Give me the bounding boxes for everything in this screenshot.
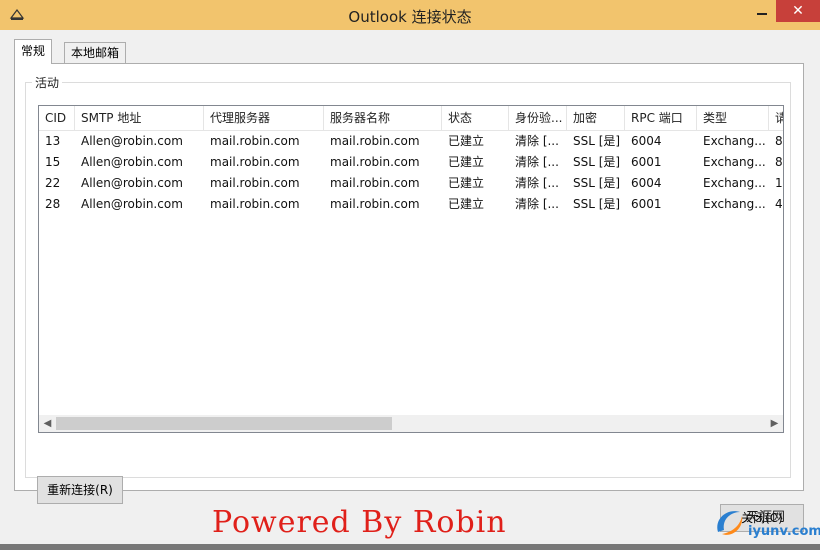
scroll-left-arrow-icon[interactable]: ◀ — [39, 415, 56, 432]
cell-encryption: SSL [是] — [573, 176, 621, 190]
cell-type: Exchang... — [703, 134, 766, 148]
tab-local-mailbox[interactable]: 本地邮箱 — [64, 42, 127, 63]
watermark-text: Powered By Robin — [212, 505, 507, 540]
cell-encryption: SSL [是] — [573, 134, 621, 148]
cell-type: Exchang... — [703, 155, 766, 169]
cell-rpc-port: 6004 — [631, 134, 662, 148]
cell-proxy: mail.robin.com — [210, 176, 300, 190]
cell-cid: 28 — [45, 197, 61, 211]
cell-status: 已建立 — [448, 197, 485, 211]
window-close-button[interactable]: ✕ — [776, 0, 820, 22]
connection-list[interactable]: CID SMTP 地址 代理服务器 服务器名称 状态 身份验... 加密 RPC… — [38, 105, 784, 433]
horizontal-scrollbar[interactable]: ◀ ▶ — [39, 415, 783, 432]
column-header-proxy[interactable]: 代理服务器 — [204, 106, 324, 130]
cell-smtp: Allen@robin.com — [81, 176, 183, 190]
cell-auth: 清除 [... — [515, 155, 559, 169]
cell-auth: 清除 [... — [515, 134, 559, 148]
cell-smtp: Allen@robin.com — [81, 155, 183, 169]
cell-rpc-port: 6001 — [631, 155, 662, 169]
cell-rpc-port: 6001 — [631, 197, 662, 211]
column-header-type[interactable]: 类型 — [697, 106, 769, 130]
column-header-request[interactable]: 请 — [769, 106, 783, 130]
site-logo-icon — [717, 511, 743, 535]
column-header-rpc-port[interactable]: RPC 端口 — [625, 106, 697, 130]
cell-type: Exchang... — [703, 176, 766, 190]
cell-server: mail.robin.com — [330, 155, 420, 169]
cell-encryption: SSL [是] — [573, 155, 621, 169]
cell-cid: 22 — [45, 176, 61, 190]
scroll-right-arrow-icon[interactable]: ▶ — [766, 415, 783, 432]
column-header-cid[interactable]: CID — [39, 106, 75, 130]
cell-status: 已建立 — [448, 176, 485, 190]
cell-cid: 13 — [45, 134, 61, 148]
table-row[interactable]: 15 Allen@robin.com mail.robin.com mail.r… — [39, 152, 783, 173]
minimize-button[interactable] — [748, 0, 776, 22]
cell-status: 已建立 — [448, 134, 485, 148]
reconnect-button[interactable]: 重新连接(R) — [37, 476, 123, 504]
dialog-client-area: 常规 本地邮箱 活动 CID SMTP 地址 代理服务器 服务器名称 状态 身份… — [0, 30, 820, 550]
cell-server: mail.robin.com — [330, 176, 420, 190]
cell-rpc-port: 6004 — [631, 176, 662, 190]
site-logo: 天涯网 iyunv.com — [708, 500, 820, 546]
tab-general[interactable]: 常规 — [14, 39, 53, 64]
cell-request: 1 — [775, 176, 783, 190]
cell-status: 已建立 — [448, 155, 485, 169]
activity-group-label: 活动 — [32, 74, 63, 91]
tab-panel-general: 活动 CID SMTP 地址 代理服务器 服务器名称 状态 身份验... 加密 … — [14, 63, 804, 504]
cell-auth: 清除 [... — [515, 176, 559, 190]
column-header-status[interactable]: 状态 — [442, 106, 509, 130]
column-header-auth[interactable]: 身份验... — [509, 106, 567, 130]
taskbar-strip — [0, 544, 820, 550]
activity-groupbox: 活动 CID SMTP 地址 代理服务器 服务器名称 状态 身份验... 加密 … — [25, 74, 791, 478]
cell-server: mail.robin.com — [330, 134, 420, 148]
title-bar: Outlook 连接状态 ✕ — [0, 0, 820, 30]
cell-cid: 15 — [45, 155, 61, 169]
scrollbar-thumb[interactable] — [56, 417, 392, 430]
cell-request: 4 — [775, 197, 783, 211]
cell-encryption: SSL [是] — [573, 197, 621, 211]
window-title: Outlook 连接状态 — [348, 8, 472, 26]
cell-proxy: mail.robin.com — [210, 197, 300, 211]
column-header-encryption[interactable]: 加密 — [567, 106, 625, 130]
cell-server: mail.robin.com — [330, 197, 420, 211]
cell-proxy: mail.robin.com — [210, 155, 300, 169]
cell-request: 8, — [775, 134, 783, 148]
list-header: CID SMTP 地址 代理服务器 服务器名称 状态 身份验... 加密 RPC… — [39, 106, 783, 131]
cell-smtp: Allen@robin.com — [81, 134, 183, 148]
column-header-server[interactable]: 服务器名称 — [324, 106, 442, 130]
table-row[interactable]: 22 Allen@robin.com mail.robin.com mail.r… — [39, 173, 783, 194]
site-url: iyunv.com — [748, 524, 820, 539]
cell-auth: 清除 [... — [515, 197, 559, 211]
table-row[interactable]: 13 Allen@robin.com mail.robin.com mail.r… — [39, 131, 783, 152]
column-header-smtp[interactable]: SMTP 地址 — [75, 106, 204, 130]
cell-proxy: mail.robin.com — [210, 134, 300, 148]
cell-type: Exchang... — [703, 197, 766, 211]
table-row[interactable]: 28 Allen@robin.com mail.robin.com mail.r… — [39, 194, 783, 215]
cell-smtp: Allen@robin.com — [81, 197, 183, 211]
cell-request: 8 — [775, 155, 783, 169]
site-name: 天涯网 — [746, 510, 786, 525]
